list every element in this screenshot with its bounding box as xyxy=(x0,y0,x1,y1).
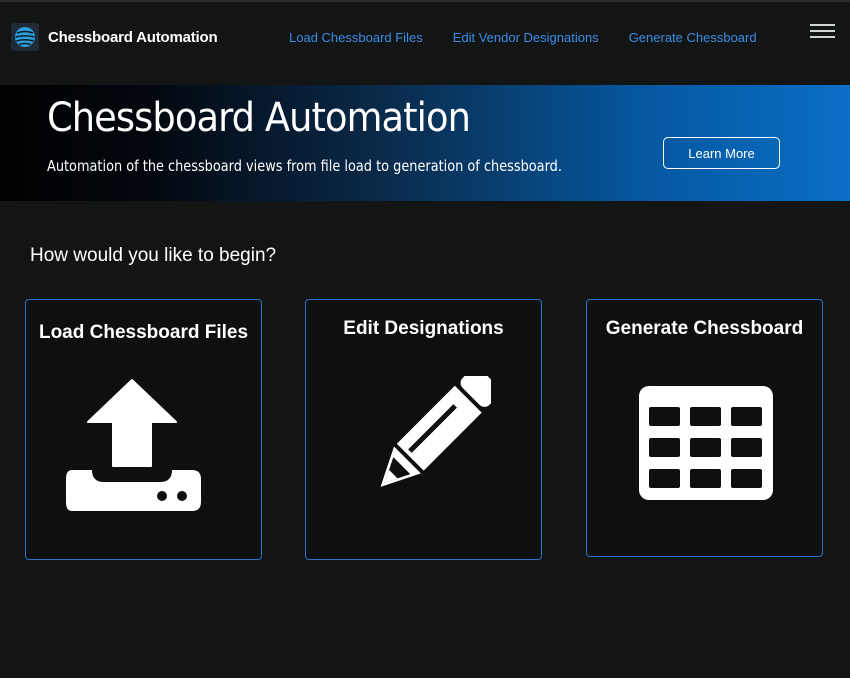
hamburger-menu-icon[interactable] xyxy=(810,24,835,38)
brand[interactable]: Chessboard Automation xyxy=(11,23,218,51)
learn-more-button[interactable]: Learn More xyxy=(663,137,780,169)
card-generate-chessboard[interactable]: Generate Chessboard xyxy=(586,299,823,557)
grid-table-icon xyxy=(639,386,773,505)
hero-banner: Chessboard Automation Automation of the … xyxy=(0,85,850,201)
brand-title: Chessboard Automation xyxy=(48,28,218,46)
begin-prompt: How would you like to begin? xyxy=(30,245,277,266)
globe-logo-icon xyxy=(11,23,39,51)
nav-links: Load Chessboard Files Edit Vendor Design… xyxy=(289,30,757,45)
hero-title: Chessboard Automation xyxy=(47,95,471,141)
card-edit-designations[interactable]: Edit Designations xyxy=(305,299,542,560)
hero-subtitle: Automation of the chessboard views from … xyxy=(47,157,562,175)
card-load-chessboard-files[interactable]: Load Chessboard Files xyxy=(25,299,262,560)
pencil-icon xyxy=(356,367,501,516)
card-title: Generate Chessboard xyxy=(605,318,804,339)
card-title: Edit Designations xyxy=(343,318,504,339)
nav-link-generate-chessboard[interactable]: Generate Chessboard xyxy=(629,30,757,45)
nav-link-edit-vendor-designations[interactable]: Edit Vendor Designations xyxy=(453,30,599,45)
top-navbar: Chessboard Automation Load Chessboard Fi… xyxy=(0,0,850,85)
nav-link-load-files[interactable]: Load Chessboard Files xyxy=(289,30,423,45)
card-title: Load Chessboard Files xyxy=(38,322,249,343)
upload-icon xyxy=(64,378,204,518)
